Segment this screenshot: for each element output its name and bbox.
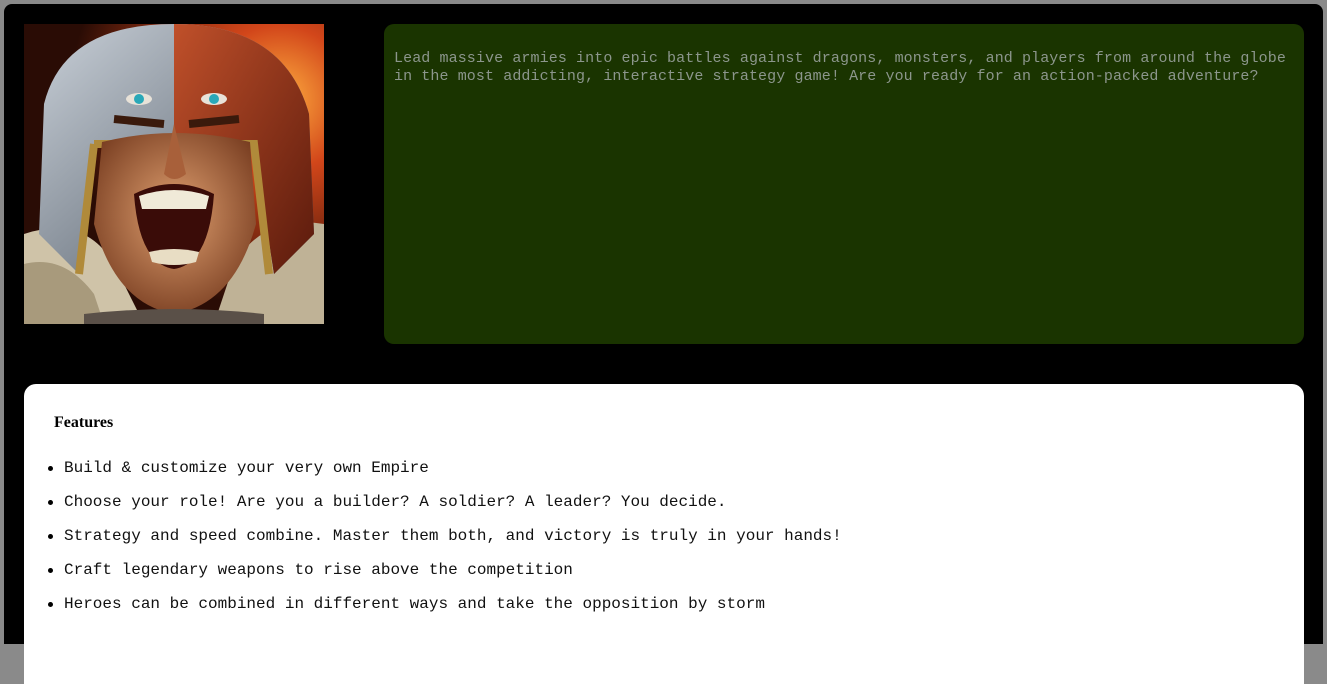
bullet-icon: [48, 602, 53, 607]
warrior-portrait-icon: [24, 24, 324, 324]
feature-item: Choose your role! Are you a builder? A s…: [48, 492, 1304, 526]
bullet-icon: [48, 568, 53, 573]
game-description-panel: Lead massive armies into epic battles ag…: [384, 24, 1304, 344]
feature-text: Build & customize your very own Empire: [64, 459, 429, 477]
bullet-icon: [48, 500, 53, 505]
feature-text: Strategy and speed combine. Master them …: [64, 527, 842, 545]
features-panel: Features Build & customize your very own…: [24, 384, 1304, 684]
feature-item: Heroes can be combined in different ways…: [48, 594, 1304, 628]
feature-text: Craft legendary weapons to rise above th…: [64, 561, 573, 579]
game-hero-image: [24, 24, 324, 324]
feature-item: Strategy and speed combine. Master them …: [48, 526, 1304, 560]
page-frame: Lead massive armies into epic battles ag…: [4, 4, 1323, 684]
feature-item: Craft legendary weapons to rise above th…: [48, 560, 1304, 594]
features-heading: Features: [54, 414, 114, 431]
feature-text: Choose your role! Are you a builder? A s…: [64, 493, 727, 511]
feature-text: Heroes can be combined in different ways…: [64, 595, 765, 613]
game-description-text: Lead massive armies into epic battles ag…: [394, 50, 1286, 85]
feature-item: Build & customize your very own Empire: [48, 458, 1304, 492]
bullet-icon: [48, 466, 53, 471]
bullet-icon: [48, 534, 53, 539]
features-list: Build & customize your very own Empire C…: [48, 458, 1304, 628]
